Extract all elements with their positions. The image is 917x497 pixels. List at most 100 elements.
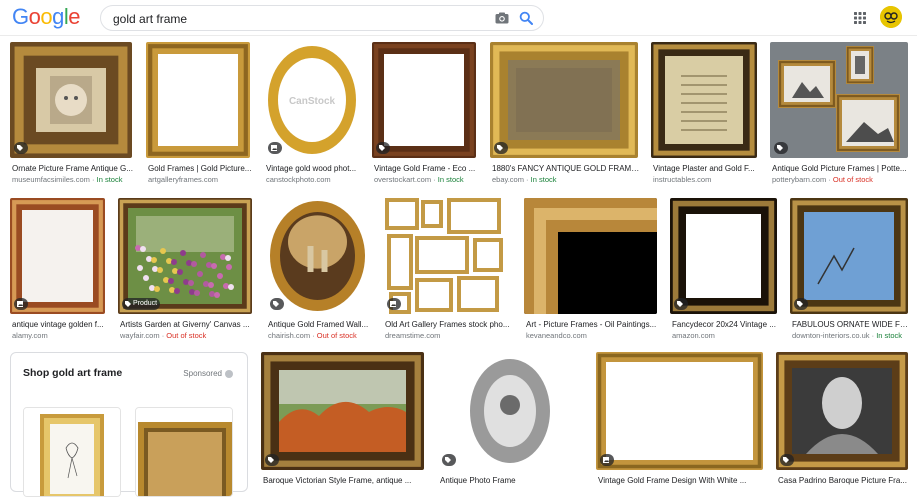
tag-badge (674, 298, 688, 310)
result-title[interactable]: Fancydecor 20x24 Vintage ... (672, 320, 779, 330)
result-title[interactable]: Old Art Gallery Frames stock pho... (385, 320, 511, 330)
avatar[interactable] (880, 6, 902, 28)
separator: · (431, 175, 438, 184)
logo-letter: e (68, 4, 81, 29)
separator: · (523, 175, 531, 184)
result-source: dreamstime.com (385, 331, 511, 341)
shopping-title: Shop gold art frame (23, 367, 123, 379)
image-badge (14, 298, 28, 310)
source-domain: potterybarn.com (772, 175, 827, 184)
result-title[interactable]: Antique Gold Framed Wall... (268, 320, 371, 330)
result-thumbnail[interactable] (651, 42, 757, 158)
source-domain: artgalleryframes.com (148, 175, 219, 184)
shopping-product-card[interactable] (135, 407, 233, 497)
tag-badge (376, 142, 390, 154)
result-source: wayfair.com · Out of stock (120, 331, 254, 341)
apps-grid-icon[interactable] (853, 11, 867, 25)
top-bar: Google (0, 0, 917, 36)
result-title[interactable]: Antique Photo Frame (440, 476, 584, 486)
stock-status: Out of stock (316, 331, 357, 340)
product-image (136, 408, 232, 496)
stock-status: Out of stock (832, 175, 873, 184)
result-thumbnail[interactable] (770, 42, 908, 158)
result-title[interactable]: Artists Garden at Giverny' Canvas ... (120, 320, 254, 330)
shopping-product-card[interactable] (23, 407, 121, 497)
result-title[interactable]: Antique Gold Picture Frames | Potte... (772, 164, 910, 174)
source-domain: wayfair.com (120, 331, 160, 340)
source-domain: amazon.com (672, 331, 715, 340)
result-thumbnail[interactable] (10, 198, 105, 314)
result-thumbnail[interactable] (670, 198, 777, 314)
result-source: instructables.com (653, 175, 759, 185)
result-thumbnail[interactable] (146, 42, 250, 158)
result-thumbnail[interactable] (524, 198, 657, 314)
search-input[interactable] (113, 10, 483, 27)
tag-badge (442, 454, 456, 466)
badge-label: Product (133, 300, 158, 307)
result-source: canstockphoto.com (266, 175, 362, 185)
result-thumbnail[interactable] (261, 352, 424, 470)
result-title[interactable]: Vintage Gold Frame - Eco ... (374, 164, 478, 174)
logo-letter: G (12, 4, 29, 29)
result-thumbnail[interactable] (596, 352, 763, 470)
result-thumbnail[interactable] (490, 42, 638, 158)
info-icon[interactable] (225, 369, 233, 378)
separator: · (89, 175, 97, 184)
result-title[interactable]: Vintage Gold Frame Design With White ... (598, 476, 765, 486)
image-badge (268, 142, 282, 154)
result-thumbnail[interactable] (118, 198, 252, 314)
source-domain: alamy.com (12, 331, 48, 340)
result-title[interactable]: 1880's FANCY ANTIQUE GOLD FRAME ... (492, 164, 640, 174)
result-thumbnail[interactable] (383, 198, 509, 314)
result-title[interactable]: Art - Picture Frames - Oil Paintings... (526, 320, 659, 330)
result-thumbnail[interactable] (10, 42, 132, 158)
result-source: potterybarn.com · Out of stock (772, 175, 910, 185)
camera-icon[interactable] (495, 12, 509, 24)
result-title[interactable]: Vintage gold wood phot... (266, 164, 362, 174)
result-source: overstockart.com · In stock (374, 175, 478, 185)
search-box[interactable] (100, 5, 544, 31)
tag-badge (774, 142, 788, 154)
separator: · (310, 331, 317, 340)
search-icon[interactable] (519, 11, 533, 25)
result-thumbnail[interactable] (776, 352, 908, 470)
source-domain: canstockphoto.com (266, 175, 331, 184)
result-source: chairish.com · Out of stock (268, 331, 371, 341)
result-title[interactable]: Casa Padrino Baroque Picture Fra... (778, 476, 910, 486)
source-domain: dreamstime.com (385, 331, 441, 340)
tag-badge (265, 454, 279, 466)
result-source: ebay.com · In stock (492, 175, 640, 185)
result-title[interactable]: Ornate Picture Frame Antique G... (12, 164, 134, 174)
logo-letter: o (28, 4, 41, 29)
separator: · (826, 175, 833, 184)
result-title[interactable]: Gold Frames | Gold Picture... (148, 164, 252, 174)
result-thumbnail[interactable] (372, 42, 476, 158)
source-domain: kevaneandco.com (526, 331, 587, 340)
google-logo[interactable]: Google (12, 4, 81, 29)
result-title[interactable]: Baroque Victorian Style Frame, antique .… (263, 476, 426, 486)
result-thumbnail[interactable] (438, 352, 582, 470)
svg-text:CanStock: CanStock (289, 96, 336, 107)
tag-badge (270, 298, 284, 310)
source-domain: downton-interiors.co.uk (792, 331, 870, 340)
stock-status: Out of stock (166, 331, 207, 340)
result-title[interactable]: antique vintage golden f... (12, 320, 107, 330)
result-title[interactable]: FABULOUS ORNATE WIDE FRA... (792, 320, 910, 330)
result-source: artgalleryframes.com (148, 175, 252, 185)
image-badge (387, 298, 401, 310)
logo-letter: o (40, 4, 53, 29)
source-domain: overstockart.com (374, 175, 432, 184)
logo-letter: g (52, 4, 64, 29)
sponsored-label[interactable]: Sponsored (183, 369, 233, 378)
stock-status: In stock (530, 175, 557, 184)
result-thumbnail[interactable] (790, 198, 908, 314)
tag-badge (14, 142, 28, 154)
result-title[interactable]: Vintage Plaster and Gold F... (653, 164, 759, 174)
result-source: alamy.com (12, 331, 107, 341)
result-thumbnail[interactable] (266, 198, 369, 314)
tag-badge (780, 454, 794, 466)
result-thumbnail[interactable]: CanStock (264, 42, 360, 158)
tag-badge (494, 142, 508, 154)
result-source: downton-interiors.co.uk · In stock (792, 331, 910, 341)
result-source: kevaneandco.com (526, 331, 659, 341)
